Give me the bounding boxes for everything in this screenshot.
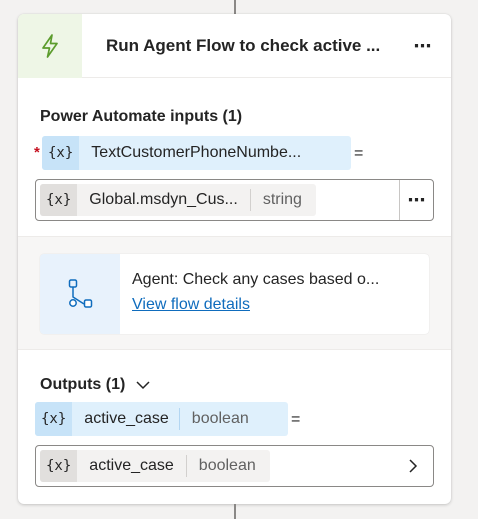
- more-options-button[interactable]: ⋯: [411, 34, 435, 58]
- connector-line-bottom: [234, 504, 236, 519]
- chevron-down-icon: [135, 380, 151, 390]
- equals-sign: =: [354, 145, 364, 162]
- variable-icon: {x}: [40, 184, 78, 216]
- input-value-name: Global.msdyn_Cus...: [89, 191, 238, 208]
- node-title: Run Agent Flow to check active ...: [106, 36, 381, 55]
- output-value-field[interactable]: {x} active_case boolean: [35, 445, 434, 487]
- node-header: Run Agent Flow to check active ... ⋯: [18, 14, 451, 78]
- input-variable-pill[interactable]: {x} TextCustomerPhoneNumbe...: [42, 136, 351, 170]
- power-automate-inputs-title: Power Automate inputs (1): [40, 108, 243, 125]
- connector-line-top: [234, 0, 236, 14]
- flow-connector-icon: [40, 254, 120, 334]
- output-variable-type: boolean: [191, 410, 249, 427]
- more-horizontal-icon: ⋯: [407, 189, 426, 210]
- output-variable-name: active_case: [84, 410, 169, 427]
- input-value-field[interactable]: {x} Global.msdyn_Cus... string ⋯: [35, 179, 434, 221]
- more-horizontal-icon: ⋯: [413, 35, 433, 56]
- flow-details-region: Agent: Check any cases based o... View f…: [18, 236, 451, 350]
- input-value-type: string: [262, 191, 302, 208]
- lightning-bolt-icon: [18, 14, 82, 78]
- variable-icon: {x}: [42, 136, 80, 170]
- required-marker: *: [34, 144, 40, 161]
- input-variable-name: TextCustomerPhoneNumbe...: [91, 144, 302, 161]
- chevron-right-icon[interactable]: [403, 456, 423, 476]
- variable-icon: {x}: [35, 402, 73, 436]
- view-flow-details-link[interactable]: View flow details: [132, 296, 250, 314]
- equals-sign: =: [291, 411, 301, 428]
- output-value-chip[interactable]: {x} active_case boolean: [40, 450, 270, 482]
- output-value-type: boolean: [198, 457, 256, 474]
- flow-description: Agent: Check any cases based o...: [132, 271, 380, 288]
- run-agent-flow-node[interactable]: Run Agent Flow to check active ... ⋯ Pow…: [18, 14, 451, 504]
- outputs-toggle[interactable]: Outputs (1): [40, 376, 151, 394]
- output-value-name: active_case: [89, 457, 174, 474]
- output-variable-pill[interactable]: {x} active_case boolean: [35, 402, 288, 436]
- variable-icon: {x}: [40, 450, 78, 482]
- value-more-button[interactable]: ⋯: [399, 180, 433, 220]
- input-value-chip[interactable]: {x} Global.msdyn_Cus... string: [40, 184, 316, 216]
- flow-card[interactable]: Agent: Check any cases based o... View f…: [40, 254, 429, 334]
- outputs-title: Outputs (1): [40, 376, 126, 393]
